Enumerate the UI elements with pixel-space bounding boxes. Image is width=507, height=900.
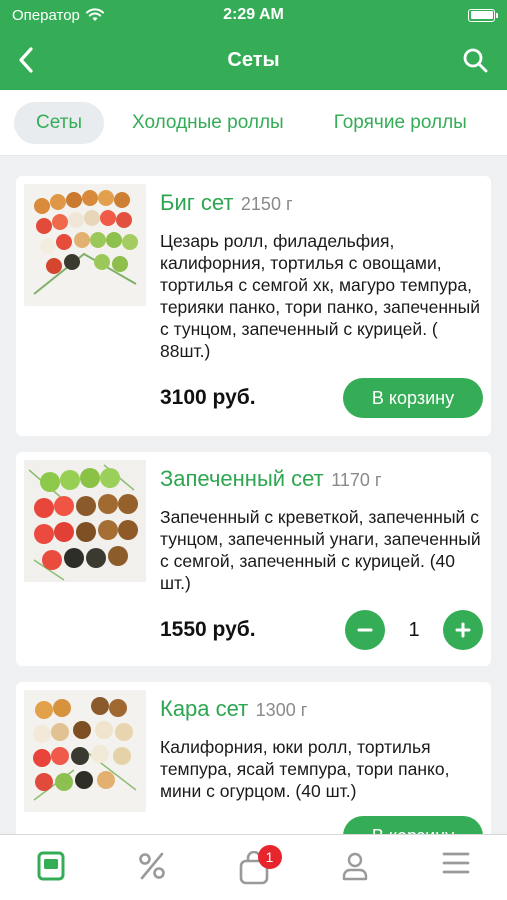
product-description: Запеченный с креветкой, запеченный с тун… (160, 507, 481, 593)
percent-icon (139, 852, 165, 880)
plus-icon (455, 622, 471, 638)
product-title: Кара сет 1300 г (160, 696, 483, 722)
tab-menu[interactable] (0, 835, 101, 900)
app-header: Оператор 2:29 AM Сеты (0, 0, 507, 90)
product-weight: 1300 г (255, 700, 308, 720)
product-photo (24, 690, 146, 812)
search-icon (463, 48, 488, 73)
menu-icon (37, 851, 65, 881)
product-photo (24, 460, 146, 582)
product-name: Запеченный сет (160, 466, 324, 491)
product-price: 3100 руб. (160, 386, 256, 409)
tab-cold-rolls[interactable]: Холодные роллы (110, 102, 306, 144)
profile-icon (342, 852, 368, 881)
product-info: Кара сет 1300 г Калифорния, юки ролл, то… (160, 690, 483, 834)
search-button[interactable] (457, 42, 493, 78)
product-price: 1550 руб. (160, 618, 256, 641)
product-card[interactable]: Запеченный сет 1170 г Запеченный с креве… (16, 452, 491, 666)
product-weight: 1170 г (331, 470, 382, 490)
tab-profile[interactable] (304, 835, 405, 900)
quantity-value: 1 (408, 618, 420, 641)
cart-badge: 1 (257, 845, 282, 869)
tab-promotions[interactable] (101, 835, 202, 900)
category-tabs: Сеты Холодные роллы Горячие роллы (0, 90, 507, 156)
add-to-cart-button[interactable]: В корзину (343, 816, 483, 834)
product-description: Калифорния, юки ролл, тортилья темпура, … (160, 737, 450, 801)
status-bar: Оператор 2:29 AM (0, 0, 507, 30)
minus-icon (357, 628, 373, 632)
status-time: 2:29 AM (223, 6, 284, 23)
product-title: Запеченный сет 1170 г (160, 466, 483, 492)
product-photo (24, 184, 146, 306)
hamburger-icon (442, 852, 470, 874)
increase-button[interactable] (443, 610, 483, 650)
product-list[interactable]: Биг сет 2150 г Цезарь ролл, филадельфия,… (16, 176, 491, 834)
decrease-button[interactable] (345, 610, 385, 650)
product-footer: 1550 руб. 1 (160, 610, 483, 650)
product-footer: В корзину (160, 816, 483, 834)
product-footer: 3100 руб. В корзину (160, 378, 483, 418)
product-title: Биг сет 2150 г (160, 190, 483, 216)
add-to-cart-button[interactable]: В корзину (343, 378, 483, 418)
tab-hot-rolls[interactable]: Горячие роллы (312, 102, 489, 144)
bottom-tab-bar: 1 (0, 834, 507, 900)
page-title: Сеты (227, 48, 280, 71)
quantity-stepper: 1 (345, 610, 483, 650)
product-name: Кара сет (160, 696, 249, 721)
back-button[interactable] (8, 42, 44, 78)
chevron-left-icon (19, 47, 33, 73)
tab-sets[interactable]: Сеты (14, 101, 105, 144)
product-name: Биг сет (160, 190, 234, 215)
product-weight: 2150 г (240, 194, 293, 214)
product-card[interactable]: Кара сет 1300 г Калифорния, юки ролл, то… (16, 682, 491, 834)
tab-more[interactable] (406, 835, 507, 900)
tab-cart[interactable]: 1 (203, 835, 304, 900)
product-card[interactable]: Биг сет 2150 г Цезарь ролл, филадельфия,… (16, 176, 491, 436)
battery-icon (468, 8, 498, 22)
navbar: Сеты (0, 30, 507, 90)
product-description: Цезарь ролл, филадельфия, калифорния, то… (160, 231, 481, 361)
